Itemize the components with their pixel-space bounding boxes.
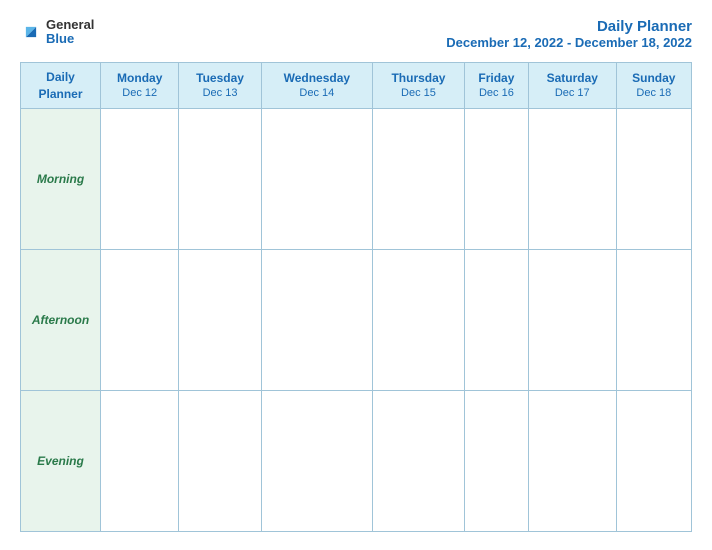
- col-header-friday: Friday Dec 16: [464, 63, 528, 109]
- cell-morning-tuesday[interactable]: [179, 109, 261, 250]
- logo-blue: Blue: [46, 32, 94, 46]
- planner-date-range: December 12, 2022 - December 18, 2022: [446, 35, 692, 50]
- col-header-thursday: Thursday Dec 15: [373, 63, 465, 109]
- logo: General Blue: [20, 18, 94, 47]
- col-header-label: DailyPlanner: [21, 63, 101, 109]
- calendar-table: DailyPlanner Monday Dec 12 Tuesday Dec 1…: [20, 62, 692, 532]
- title-block: Daily Planner December 12, 2022 - Decemb…: [446, 18, 692, 50]
- col-header-saturday: Saturday Dec 17: [528, 63, 616, 109]
- row-label-evening: Evening: [21, 391, 101, 532]
- cell-morning-friday[interactable]: [464, 109, 528, 250]
- row-afternoon: Afternoon: [21, 250, 692, 391]
- col-header-tuesday: Tuesday Dec 13: [179, 63, 261, 109]
- cell-evening-thursday[interactable]: [373, 391, 465, 532]
- cell-afternoon-saturday[interactable]: [528, 250, 616, 391]
- logo-text: General Blue: [46, 18, 94, 47]
- row-morning: Morning: [21, 109, 692, 250]
- cell-evening-wednesday[interactable]: [261, 391, 372, 532]
- col-header-wednesday: Wednesday Dec 14: [261, 63, 372, 109]
- col-header-monday: Monday Dec 12: [101, 63, 179, 109]
- cell-afternoon-friday[interactable]: [464, 250, 528, 391]
- cell-afternoon-monday[interactable]: [101, 250, 179, 391]
- cell-evening-friday[interactable]: [464, 391, 528, 532]
- cell-afternoon-thursday[interactable]: [373, 250, 465, 391]
- row-label-afternoon: Afternoon: [21, 250, 101, 391]
- page-header: General Blue Daily Planner December 12, …: [20, 18, 692, 50]
- cell-morning-sunday[interactable]: [616, 109, 691, 250]
- cell-evening-saturday[interactable]: [528, 391, 616, 532]
- cell-morning-saturday[interactable]: [528, 109, 616, 250]
- cell-morning-wednesday[interactable]: [261, 109, 372, 250]
- planner-title: Daily Planner: [446, 18, 692, 35]
- cell-evening-monday[interactable]: [101, 391, 179, 532]
- row-label-morning: Morning: [21, 109, 101, 250]
- logo-general: General: [46, 18, 94, 32]
- cell-morning-thursday[interactable]: [373, 109, 465, 250]
- col-header-sunday: Sunday Dec 18: [616, 63, 691, 109]
- cell-afternoon-wednesday[interactable]: [261, 250, 372, 391]
- logo-icon: [20, 21, 42, 43]
- row-evening: Evening: [21, 391, 692, 532]
- cell-evening-sunday[interactable]: [616, 391, 691, 532]
- cell-afternoon-tuesday[interactable]: [179, 250, 261, 391]
- cell-afternoon-sunday[interactable]: [616, 250, 691, 391]
- cell-evening-tuesday[interactable]: [179, 391, 261, 532]
- cell-morning-monday[interactable]: [101, 109, 179, 250]
